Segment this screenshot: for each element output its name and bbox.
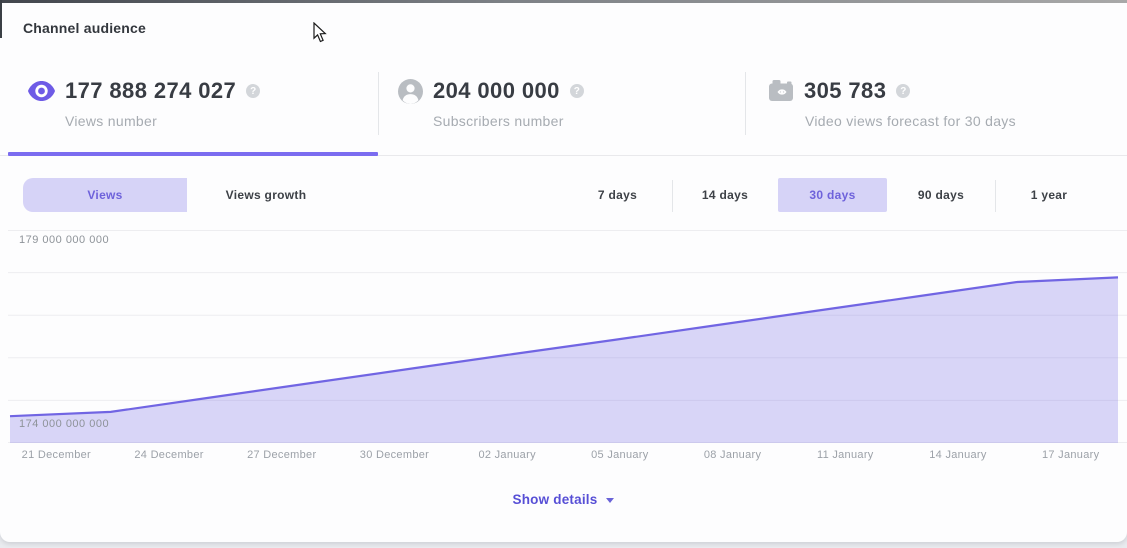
range-14-days[interactable]: 14 days	[672, 178, 778, 212]
tab-views[interactable]: Views	[23, 178, 187, 212]
page-title: Channel audience	[23, 20, 146, 36]
range-90-days[interactable]: 90 days	[887, 178, 995, 212]
x-axis-labels: 21 December 24 December 27 December 30 D…	[0, 449, 1127, 463]
x-axis-tick: 27 December	[225, 449, 338, 463]
forecast-value: 305 783	[804, 78, 886, 104]
views-number-value: 177 888 274 027	[65, 78, 236, 104]
stat-card-forecast[interactable]: 305 783 ? Video views forecast for 30 da…	[768, 78, 1016, 138]
range-1-year[interactable]: 1 year	[995, 178, 1103, 212]
x-axis-tick: 11 January	[789, 449, 902, 463]
x-axis-tick: 08 January	[676, 449, 789, 463]
x-axis-tick: 17 January	[1014, 449, 1127, 463]
window-top-border	[0, 0, 1127, 3]
help-icon[interactable]: ?	[570, 84, 584, 98]
y-axis-tick-min: 174 000 000 000	[19, 418, 109, 430]
camera-icon	[768, 79, 794, 103]
x-axis-tick: 14 January	[902, 449, 1015, 463]
help-icon[interactable]: ?	[896, 84, 910, 98]
subscribers-number-label: Subscribers number	[433, 113, 584, 129]
x-axis-tick: 24 December	[113, 449, 226, 463]
subscribers-number-value: 204 000 000	[433, 78, 560, 104]
show-details-label: Show details	[513, 492, 598, 507]
range-divider	[995, 180, 996, 212]
x-axis-tick: 21 December	[0, 449, 113, 463]
user-icon	[398, 79, 423, 104]
help-icon[interactable]: ?	[246, 84, 260, 98]
range-divider	[672, 180, 673, 212]
stat-card-subscribers[interactable]: 204 000 000 ? Subscribers number	[398, 78, 584, 138]
x-axis-tick: 30 December	[338, 449, 451, 463]
area-chart-canvas[interactable]	[0, 230, 1127, 443]
stats-divider	[745, 72, 746, 135]
active-stat-underline	[8, 152, 378, 156]
range-30-days[interactable]: 30 days	[778, 178, 887, 212]
chevron-down-icon	[606, 498, 614, 503]
y-axis-tick-max: 179 000 000 000	[19, 234, 109, 246]
channel-audience-panel: Channel audience 177 888 274 027 ? Views…	[0, 0, 1127, 548]
x-axis-tick: 05 January	[564, 449, 677, 463]
views-area-chart[interactable]: 179 000 000 000 174 000 000 000	[0, 230, 1127, 443]
forecast-label: Video views forecast for 30 days	[805, 113, 1016, 129]
tab-views-growth[interactable]: Views growth	[187, 178, 345, 212]
views-number-label: Views number	[65, 113, 260, 129]
show-details-button[interactable]: Show details	[0, 492, 1127, 507]
x-axis-tick: 02 January	[451, 449, 564, 463]
stat-card-views[interactable]: 177 888 274 027 ? Views number	[28, 78, 260, 138]
window-corner-border	[0, 0, 2, 38]
stats-divider	[378, 72, 379, 135]
range-7-days[interactable]: 7 days	[563, 178, 672, 212]
eye-icon	[28, 81, 55, 101]
